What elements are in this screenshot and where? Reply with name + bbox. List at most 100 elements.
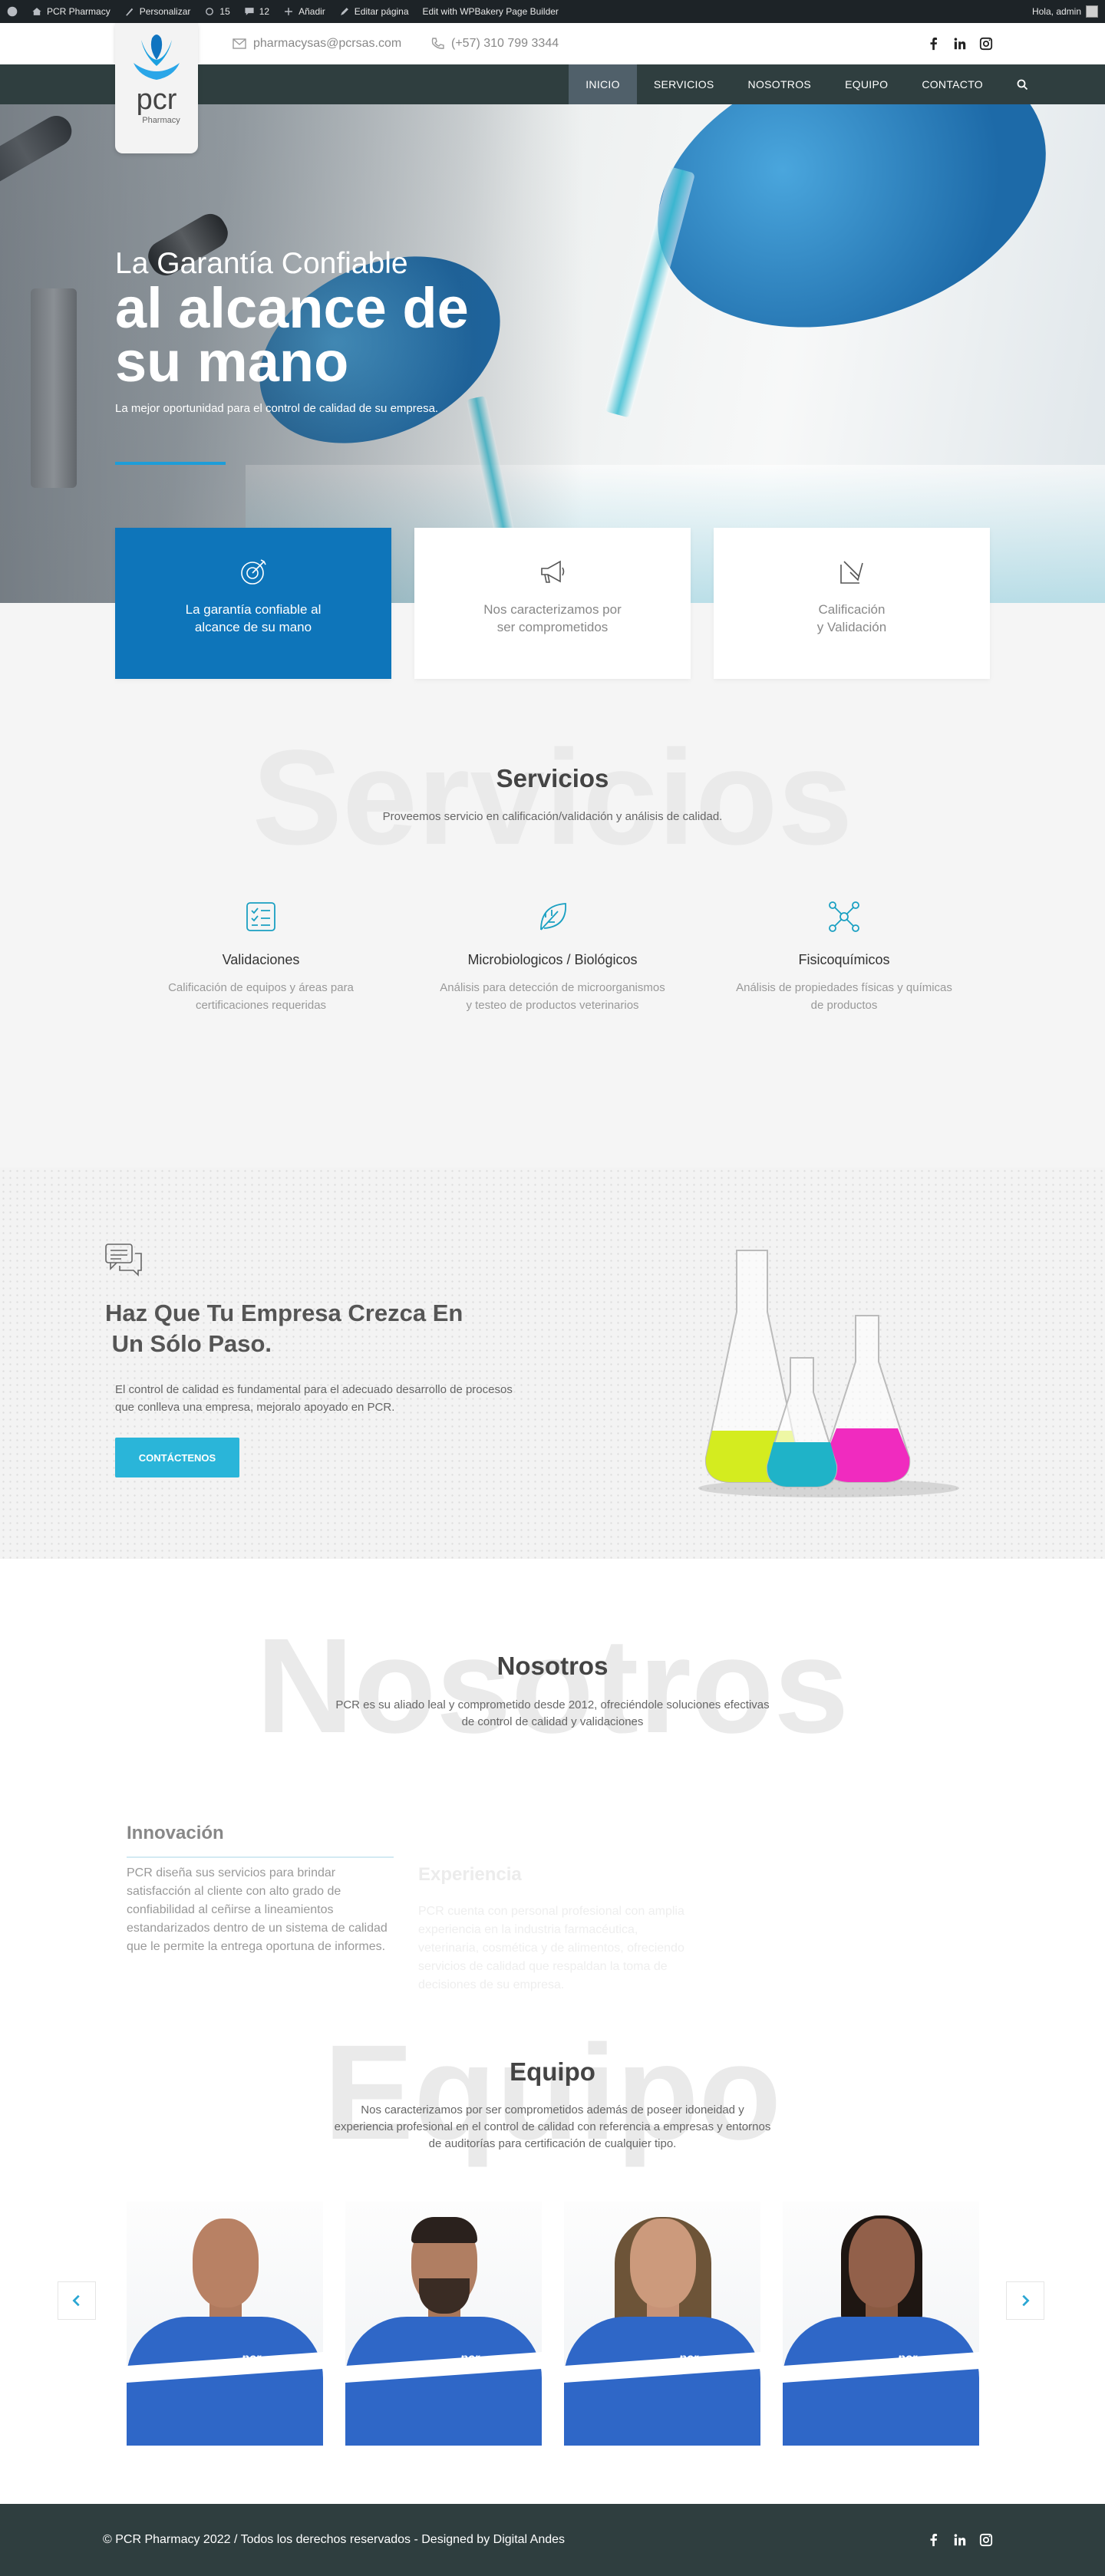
- updates-link[interactable]: 15: [197, 0, 236, 23]
- chat-icon: [105, 1244, 142, 1276]
- feature-card-commitment[interactable]: Nos caracterizamos por ser comprometidos: [414, 528, 691, 679]
- service-title: Validaciones: [222, 952, 300, 967]
- wpbakery-label: Edit with WPBakery Page Builder: [422, 6, 559, 17]
- carousel-prev-button[interactable]: [58, 2281, 96, 2320]
- admin-bar: PCR Pharmacy Personalizar 15 12 Añadir E…: [0, 0, 1105, 23]
- nav-item-equipo[interactable]: EQUIPO: [828, 64, 905, 104]
- leaf-icon: [540, 903, 566, 931]
- add-new-link[interactable]: Añadir: [276, 0, 332, 23]
- team-title: Equipo: [510, 2057, 595, 2086]
- linkedin-icon[interactable]: [953, 2533, 967, 2547]
- site-name-label: PCR Pharmacy: [47, 6, 110, 17]
- site-name-link[interactable]: PCR Pharmacy: [25, 0, 117, 23]
- feature-card-guarantee[interactable]: La garantía confiable al alcance de su ma…: [115, 528, 391, 679]
- member-jacket-logo: pcr: [242, 2352, 261, 2365]
- account-menu[interactable]: Hola, admin: [1025, 0, 1105, 23]
- member-jacket: [127, 2317, 323, 2446]
- facebook-icon[interactable]: [927, 2533, 941, 2547]
- feature-card-line1: Nos caracterizamos por: [483, 602, 622, 617]
- services-subtitle: Proveemos servicio en calificación/valid…: [382, 810, 723, 823]
- customize-link[interactable]: Personalizar: [117, 0, 198, 23]
- wpbakery-link[interactable]: Edit with WPBakery Page Builder: [416, 0, 566, 23]
- member-head: [630, 2219, 696, 2308]
- grow-title: Haz Que Tu Empresa Crezca En Un Sólo Pas…: [105, 1298, 463, 1359]
- edit-page-link[interactable]: Editar página: [332, 0, 416, 23]
- team-member-2[interactable]: pcr: [345, 2202, 542, 2446]
- footer: © PCR Pharmacy 2022 / Todos los derechos…: [0, 2504, 1105, 2576]
- service-microbiologicos[interactable]: Microbiologicos / Biológicos Análisis pa…: [437, 899, 668, 1014]
- pcr-logo-mark: pcr Pharmacy: [134, 35, 180, 125]
- feature-card-line2: ser comprometidos: [496, 620, 609, 634]
- linkedin-icon[interactable]: [953, 37, 967, 51]
- contact-button[interactable]: CONTÁCTENOS: [115, 1438, 239, 1477]
- molecule-icon: [829, 901, 859, 932]
- innovation-title: Innovación: [127, 1823, 224, 1843]
- avatar: [1086, 5, 1098, 18]
- feature-card-line1: Calificación: [818, 602, 886, 617]
- feature-card-line2: alcance de su mano: [194, 620, 312, 634]
- grow-description: El control de calidad es fundamental par…: [115, 1383, 513, 1414]
- service-fisicoquimicos[interactable]: Fisicoquímicos Análisis de propiedades f…: [729, 899, 959, 1014]
- greeting-label: Hola, admin: [1031, 6, 1081, 17]
- team-subtitle: Nos caracterizamos por ser comprometidos…: [334, 2103, 771, 2150]
- nav-item-inicio[interactable]: INICIO: [569, 64, 637, 104]
- pencil-icon: [340, 8, 348, 15]
- about-subtitle: PCR es su aliado leal y comprometido des…: [335, 1698, 770, 1728]
- team-member-1[interactable]: pcr: [127, 2202, 323, 2446]
- nav-links: INICIO SERVICIOS NOSOTROS EQUIPO CONTACT…: [569, 64, 1045, 104]
- carousel-next-button[interactable]: [1006, 2281, 1044, 2320]
- member-jacket: [564, 2317, 760, 2446]
- flasks-image: [698, 1250, 959, 1497]
- service-desc: Análisis de propiedades físicas y químic…: [736, 981, 952, 1012]
- hero-title-line1: al alcance de: [115, 276, 469, 340]
- member-hair: [411, 2217, 477, 2243]
- refresh-icon: [206, 8, 214, 15]
- email-info[interactable]: pharmacysas@pcrsas.com: [232, 36, 401, 51]
- search-icon: [1017, 79, 1028, 90]
- member-beard: [419, 2278, 470, 2314]
- feature-card-validation[interactable]: Calificación y Validación: [714, 528, 990, 679]
- nav-search-button[interactable]: [1000, 64, 1045, 104]
- hero-title-line2: su mano: [115, 330, 349, 394]
- phone-info[interactable]: (+57) 310 799 3344: [430, 36, 559, 51]
- phone-text: (+57) 310 799 3344: [451, 37, 559, 50]
- glove-upper-shape: [622, 104, 1082, 375]
- nav-item-nosotros[interactable]: NOSOTROS: [731, 64, 829, 104]
- service-title: Fisicoquímicos: [798, 952, 890, 967]
- brush-icon: [125, 8, 133, 16]
- nav-item-contacto[interactable]: CONTACTO: [905, 64, 1000, 104]
- check-box-icon: [840, 561, 863, 584]
- service-title: Microbiologicos / Biológicos: [467, 952, 638, 967]
- comments-link[interactable]: 12: [237, 0, 276, 23]
- hero-description: La mejor oportunidad para el control de …: [115, 402, 439, 415]
- member-jacket: [345, 2317, 542, 2446]
- service-desc: Análisis para detección de microorganism…: [440, 981, 665, 1012]
- team-member-4[interactable]: pcr: [783, 2202, 979, 2446]
- comment-icon: [245, 8, 254, 15]
- add-new-label: Añadir: [299, 6, 325, 17]
- service-validaciones[interactable]: Validaciones Calificación de equipos y á…: [146, 899, 376, 1014]
- edit-page-label: Editar página: [354, 6, 409, 17]
- email-text: pharmacysas@pcrsas.com: [253, 37, 402, 50]
- nav-item-servicios[interactable]: SERVICIOS: [637, 64, 731, 104]
- test-tube-upper: [604, 166, 696, 418]
- about-bg-word: Nosotros: [256, 1611, 849, 1761]
- wordpress-icon: [7, 6, 18, 17]
- team-member-3[interactable]: pcr: [564, 2202, 760, 2446]
- grow-title-line2: Un Sólo Paso.: [105, 1330, 272, 1357]
- site-logo[interactable]: pcr Pharmacy: [115, 23, 198, 153]
- experience-desc: PCR cuenta con personal profesional con …: [418, 1905, 684, 1991]
- innovation-desc: PCR diseña sus servicios para brindar sa…: [127, 1866, 388, 1953]
- logo-brand-text: pcr: [137, 84, 177, 116]
- experience-title: Experiencia: [418, 1864, 522, 1885]
- feature-card-line2: y Validación: [816, 620, 887, 634]
- about-title: Nosotros: [496, 1652, 609, 1680]
- wordpress-logo-button[interactable]: [0, 0, 25, 23]
- customize-label: Personalizar: [139, 6, 191, 17]
- instagram-icon[interactable]: [979, 2533, 993, 2547]
- service-desc: Calificación de equipos y áreas para cer…: [168, 981, 354, 1012]
- member-head: [193, 2219, 259, 2308]
- header-social-links: [927, 37, 993, 51]
- facebook-icon[interactable]: [927, 37, 941, 51]
- instagram-icon[interactable]: [979, 37, 993, 51]
